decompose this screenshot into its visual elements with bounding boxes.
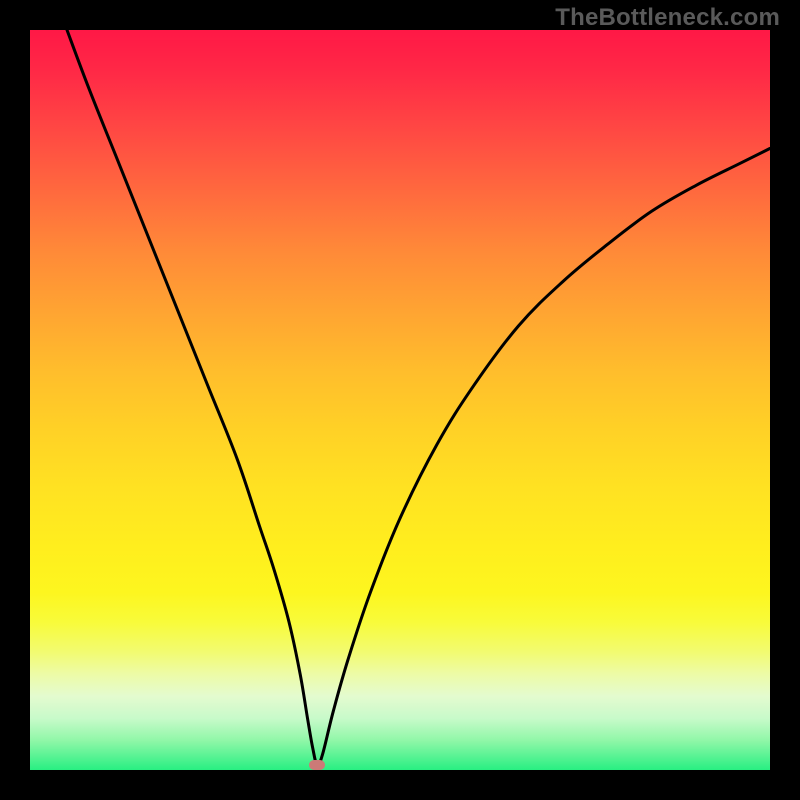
minimum-marker — [309, 760, 325, 770]
chart-frame: TheBottleneck.com — [0, 0, 800, 800]
watermark-text: TheBottleneck.com — [555, 4, 780, 32]
bottleneck-curve — [30, 30, 770, 770]
plot-area — [30, 30, 770, 770]
